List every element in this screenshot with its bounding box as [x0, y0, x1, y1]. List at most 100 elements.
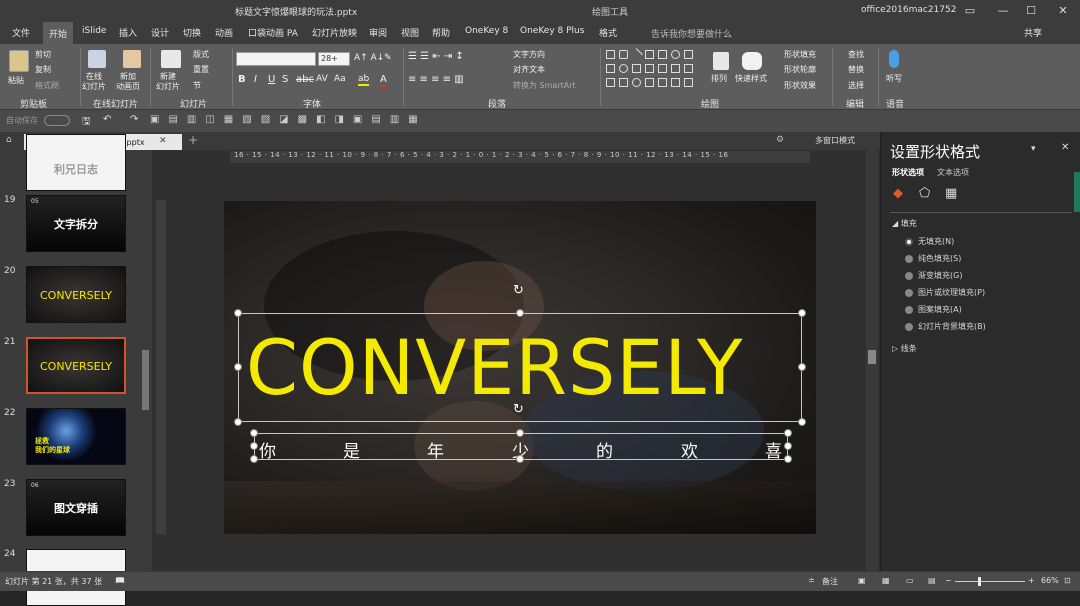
shape-outline-button[interactable]: 形状轮廓: [784, 64, 816, 75]
resize-handle[interactable]: [516, 455, 524, 463]
resize-handle[interactable]: [234, 309, 242, 317]
tab-onekey8[interactable]: OneKey 8: [465, 26, 508, 36]
radio[interactable]: [905, 305, 913, 314]
resize-handle[interactable]: [798, 363, 806, 371]
pane-options-icon[interactable]: ▾: [1031, 144, 1036, 154]
align-text-button[interactable]: 对齐文本: [513, 64, 545, 75]
section-button[interactable]: 节: [193, 80, 201, 91]
close-tab-icon[interactable]: ✕: [159, 136, 167, 146]
qat-tools-icons[interactable]: ▣▤▥◫▦▧▨◪▩◧◨▣▤▥▦: [150, 114, 427, 125]
reset-button[interactable]: 重置: [193, 64, 209, 75]
fit-window-icon[interactable]: ⊡: [1064, 576, 1071, 585]
resize-handle[interactable]: [250, 442, 258, 450]
radio[interactable]: [905, 322, 913, 331]
cut-button[interactable]: 剪切: [35, 49, 51, 60]
resize-handle[interactable]: [784, 455, 792, 463]
text-direction-button[interactable]: 文字方向: [513, 49, 545, 60]
tab-file[interactable]: 文件: [12, 26, 30, 39]
fill-option-none[interactable]: 无填充(N): [905, 236, 954, 247]
tab-slideshow[interactable]: 幻灯片放映: [312, 26, 357, 39]
slide-thumbnail-selected[interactable]: CONVERSELY: [26, 337, 126, 394]
font-color-button[interactable]: A: [380, 74, 387, 87]
slide-title-text[interactable]: CONVERSELY: [246, 326, 743, 410]
quick-styles-button[interactable]: 快速样式: [735, 73, 767, 84]
online-slide-button[interactable]: 在线 幻灯片: [82, 72, 106, 92]
fill-line-icon[interactable]: ◆: [893, 186, 903, 201]
copy-button[interactable]: 复制: [35, 64, 51, 75]
change-case-button[interactable]: Aa: [334, 74, 346, 84]
zoom-in-icon[interactable]: +: [1028, 576, 1035, 585]
fill-section-header[interactable]: ◢ 填充: [892, 218, 917, 229]
shapes-gallery[interactable]: [606, 48, 702, 94]
shadow-button[interactable]: S: [282, 74, 288, 85]
rotate-handle-icon[interactable]: ↻: [513, 283, 524, 298]
dictate-button[interactable]: 听写: [886, 73, 902, 84]
tab-transitions[interactable]: 切换: [183, 26, 201, 39]
line-section-header[interactable]: ▷ 线条: [892, 343, 917, 354]
zoom-slider[interactable]: [955, 581, 1025, 582]
arrange-icon[interactable]: [713, 52, 729, 70]
tab-home[interactable]: 开始: [43, 22, 74, 44]
select-button[interactable]: 选择: [848, 80, 864, 91]
fill-option-picture[interactable]: 图片或纹理填充(P): [905, 287, 985, 298]
tab-view[interactable]: 视图: [401, 26, 419, 39]
shape-fill-button[interactable]: 形状填充: [784, 49, 816, 60]
align-icons[interactable]: ≡ ≡ ≡ ≡ ▥: [408, 74, 464, 85]
new-anim-page-icon[interactable]: [123, 50, 141, 68]
tab-shape-options[interactable]: 形状选项: [892, 167, 924, 178]
zoom-out-icon[interactable]: −: [945, 576, 952, 585]
notes-button[interactable]: 备注: [822, 576, 838, 587]
online-slide-icon[interactable]: [88, 50, 106, 68]
size-properties-icon[interactable]: ▦: [945, 186, 957, 201]
normal-view-icon[interactable]: ▣: [858, 576, 866, 585]
replace-button[interactable]: 替换: [848, 64, 864, 75]
user-name[interactable]: office2016mac21752: [861, 5, 956, 15]
highlight-button[interactable]: ab: [358, 74, 370, 86]
home-icon[interactable]: ⌂: [6, 135, 12, 145]
notes-icon[interactable]: ≐: [808, 576, 815, 585]
reading-view-icon[interactable]: ▭: [906, 576, 914, 585]
bullets-icon[interactable]: ☰ ☰ ⇤ ⇥ ↕: [408, 51, 464, 62]
paste-button[interactable]: 粘贴: [8, 75, 24, 86]
pane-scroll-accent[interactable]: [1074, 172, 1080, 212]
new-tab-icon[interactable]: +: [188, 133, 198, 147]
char-spacing-button[interactable]: AV: [316, 74, 328, 84]
pane-close-icon[interactable]: ✕: [1061, 142, 1069, 153]
new-slide-icon[interactable]: [161, 50, 181, 68]
tab-text-options[interactable]: 文本选项: [937, 167, 969, 178]
settings-gear-icon[interactable]: ⚙: [776, 135, 784, 145]
resize-handle[interactable]: [516, 309, 524, 317]
quick-styles-icon[interactable]: [742, 52, 762, 70]
slide-sorter-icon[interactable]: ▦: [882, 576, 890, 585]
redo-icon[interactable]: ↷: [130, 114, 138, 125]
font-size-combo[interactable]: 28+: [318, 52, 350, 66]
save-icon[interactable]: 🖫: [82, 114, 91, 131]
font-grow-icon[interactable]: A↑ A↓: [354, 53, 384, 63]
fill-option-pattern[interactable]: 图案填充(A): [905, 304, 962, 315]
convert-smartart-button[interactable]: 转换为 SmartArt: [513, 80, 576, 91]
scroll-thumb[interactable]: [142, 350, 149, 410]
minimize-icon[interactable]: —: [994, 3, 1012, 19]
slide-thumbnail[interactable]: CONVERSELY: [26, 266, 126, 323]
tab-onekey8plus[interactable]: OneKey 8 Plus: [520, 26, 584, 36]
layout-button[interactable]: 版式: [193, 49, 209, 60]
zoom-slider-thumb[interactable]: [978, 577, 981, 586]
microphone-icon[interactable]: [889, 50, 899, 68]
tab-design[interactable]: 设计: [151, 26, 169, 39]
clear-format-icon[interactable]: ✎: [384, 53, 392, 63]
arrange-button[interactable]: 排列: [711, 73, 727, 84]
editor-scrollbar[interactable]: [866, 150, 878, 571]
radio[interactable]: [905, 271, 913, 280]
resize-handle[interactable]: [234, 363, 242, 371]
new-slide-button[interactable]: 新建 幻灯片: [156, 72, 180, 92]
radio-selected[interactable]: [905, 237, 913, 246]
italic-button[interactable]: I: [254, 74, 257, 85]
tab-help[interactable]: 帮助: [432, 26, 450, 39]
resize-handle[interactable]: [250, 429, 258, 437]
slideshow-icon[interactable]: ▤: [928, 576, 936, 585]
format-painter-button[interactable]: 格式刷: [35, 80, 59, 91]
font-name-combo[interactable]: [236, 52, 316, 66]
maximize-icon[interactable]: ☐: [1022, 3, 1040, 19]
resize-handle[interactable]: [516, 429, 524, 437]
tell-me-search[interactable]: 告诉我你想要做什么: [651, 27, 732, 40]
